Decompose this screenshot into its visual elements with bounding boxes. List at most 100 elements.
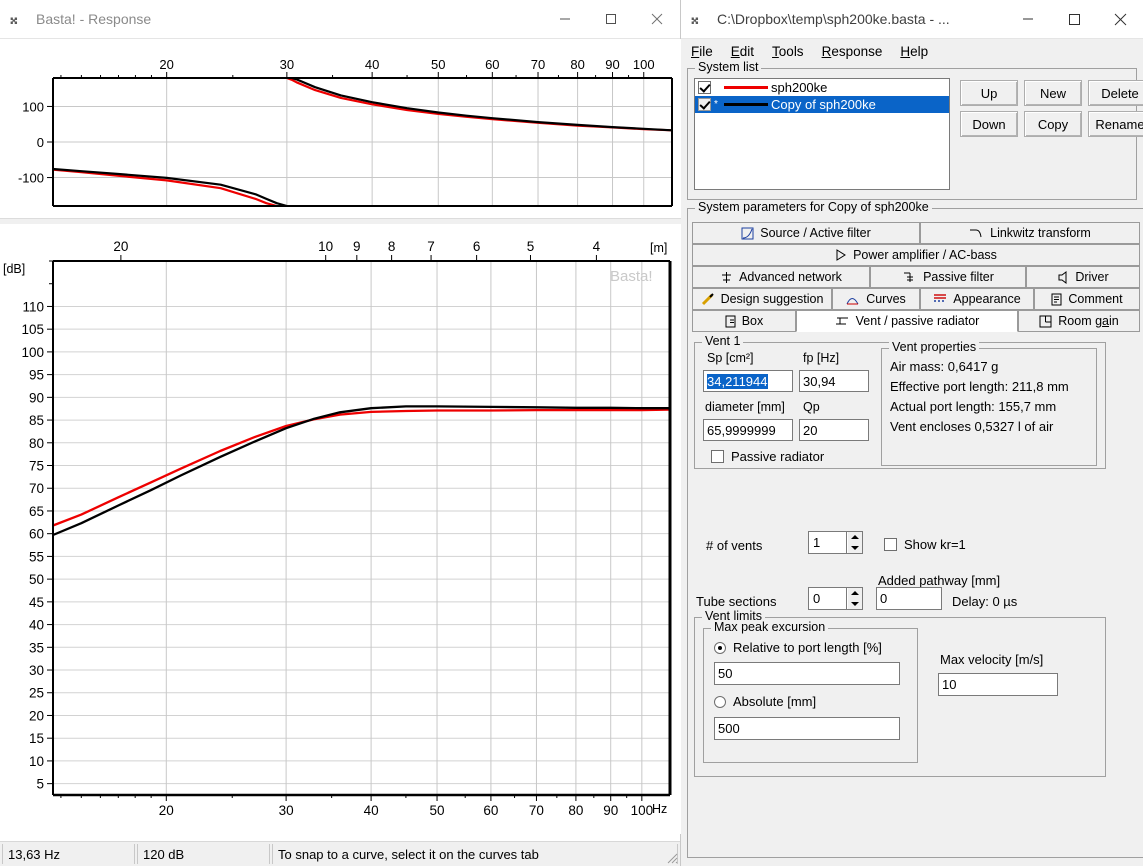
tab-passive-filter[interactable]: Passive filter [870,266,1026,288]
system-enabled-checkbox[interactable] [698,98,711,111]
maximize-icon[interactable] [588,0,634,38]
spin-up-icon[interactable] [847,532,862,543]
tube-sections-spin-buttons[interactable] [846,587,863,610]
svg-text:60: 60 [29,527,44,542]
spl-plot[interactable]: [dB] [m] Hz Basta! 110 105 100 95 90 85 80 75 70… [0,224,681,834]
minimize-icon[interactable] [1005,0,1051,38]
down-button[interactable]: Down [960,111,1018,137]
passive-radiator-label: Passive radiator [731,449,825,464]
list-item[interactable]: * Copy of sph200ke [695,96,949,113]
tab-label: Room gain [1058,314,1119,328]
svg-text:80: 80 [570,57,584,72]
system-enabled-checkbox[interactable] [698,81,711,94]
system-listbox[interactable]: sph200ke * Copy of sph200ke [694,78,950,190]
svg-text:70: 70 [29,481,44,496]
tab-box[interactable]: Box [692,310,796,332]
added-pathway-input[interactable]: 0 [876,587,942,610]
minimize-icon[interactable] [542,0,588,38]
tab-driver[interactable]: Driver [1026,266,1140,288]
absolute-label: Absolute [mm] [733,694,817,709]
spin-down-icon[interactable] [847,599,862,610]
menu-response[interactable]: Response [822,44,883,59]
response-window-title: Basta! - Response [36,11,152,27]
appearance-icon [934,294,947,302]
phase-plot[interactable]: [°] 20304050607080901001000-100203040506… [0,39,681,218]
menu-tools[interactable]: Tools [772,44,804,59]
absolute-radio-row[interactable]: Absolute [mm] [714,694,816,709]
show-kr-checkbox[interactable] [884,538,897,551]
system-list-group: System list sph200ke * Copy of sph200ke … [687,61,1143,200]
tab-comment[interactable]: Comment [1034,288,1140,310]
resize-grip-icon[interactable] [664,850,678,864]
up-button[interactable]: Up [960,80,1018,106]
tab-curves[interactable]: Curves [832,288,920,310]
svg-text:-100: -100 [18,171,44,186]
num-vents-label: # of vents [706,538,763,553]
svg-text:100: 100 [22,99,44,114]
status-hint: To snap to a curve, select it on the cur… [272,844,678,864]
maximize-icon[interactable] [1051,0,1097,38]
response-window: 𝄪 Basta! - Response [°] 2030405060708090… [0,0,681,866]
tab-label: Linkwitz transform [990,226,1091,240]
network-icon [722,271,732,283]
svg-text:90: 90 [605,57,619,72]
spin-up-icon[interactable] [847,588,862,599]
list-item[interactable]: sph200ke [695,79,949,96]
menu-file[interactable]: File [691,44,713,59]
tab-label: Design suggestion [720,292,824,306]
close-icon[interactable] [1097,0,1143,38]
rename-button[interactable]: Rename [1088,111,1143,137]
vent-property-line: Actual port length: 155,7 mm [890,399,1057,414]
relative-to-port-length-radio[interactable] [714,641,726,654]
svg-text:80: 80 [568,803,583,818]
fp-input[interactable]: 30,94 [799,370,869,392]
num-vents-spinner[interactable]: 1 [808,531,863,554]
svg-text:65: 65 [29,504,44,519]
tab-room-gain[interactable]: Room gain [1018,310,1140,332]
svg-text:45: 45 [29,595,44,610]
num-vents-value[interactable]: 1 [808,531,846,554]
added-pathway-label: Added pathway [mm] [878,573,1001,588]
close-icon[interactable] [634,0,680,38]
num-vents-spin-buttons[interactable] [846,531,863,554]
tab-linkwitz-transform[interactable]: Linkwitz transform [920,222,1140,244]
sp-input[interactable]: 34,211944 [703,370,793,392]
menu-edit[interactable]: Edit [731,44,754,59]
svg-text:5: 5 [527,239,535,254]
main-window: 𝄪 C:\Dropbox\temp\sph200ke.basta - ... F… [681,0,1143,866]
show-kr-row[interactable]: Show kr=1 [884,537,966,552]
spin-down-icon[interactable] [847,543,862,554]
amplifier-icon [836,249,847,261]
delete-button[interactable]: Delete [1088,80,1143,106]
vent-1-group: Vent 1 Sp [cm²] 34,211944 fp [Hz] 30,94 … [694,335,1106,469]
relative-radio-row[interactable]: Relative to port length [%] [714,640,882,655]
tab-label: Appearance [953,292,1021,306]
absolute-value-input[interactable]: 500 [714,717,900,740]
tab-design-suggestion[interactable]: Design suggestion [692,288,832,310]
linkwitz-icon [970,229,982,237]
max-velocity-input[interactable]: 10 [938,673,1058,696]
diameter-input[interactable]: 65,9999999 [703,419,793,441]
system-list-label: System list [695,61,762,73]
tube-sections-value[interactable]: 0 [808,587,846,610]
max-peak-excursion-group: Max peak excursion Relative to port leng… [703,621,918,763]
main-window-titlebar[interactable]: 𝄪 C:\Dropbox\temp\sph200ke.basta - ... [681,0,1143,39]
response-window-titlebar[interactable]: 𝄪 Basta! - Response [0,0,680,39]
absolute-radio[interactable] [714,695,726,708]
tab-source-active-filter[interactable]: Source / Active filter [692,222,920,244]
tab-advanced-network[interactable]: Advanced network [692,266,870,288]
tab-power-amplifier-ac-bass[interactable]: Power amplifier / AC-bass [692,244,1140,266]
menu-help[interactable]: Help [900,44,928,59]
passive-radiator-row[interactable]: Passive radiator [711,449,824,464]
copy-button[interactable]: Copy [1024,111,1082,137]
tab-vent-passive-radiator[interactable]: Vent / passive radiator [796,310,1018,332]
relative-value-input[interactable]: 50 [714,662,900,685]
new-button[interactable]: New [1024,80,1082,106]
qp-input[interactable]: 20 [799,419,869,441]
tab-appearance[interactable]: Appearance [920,288,1034,310]
svg-text:4: 4 [593,239,601,254]
svg-text:90: 90 [603,803,618,818]
tube-sections-spinner[interactable]: 0 [808,587,863,610]
passive-filter-icon [904,272,914,282]
passive-radiator-checkbox[interactable] [711,450,724,463]
